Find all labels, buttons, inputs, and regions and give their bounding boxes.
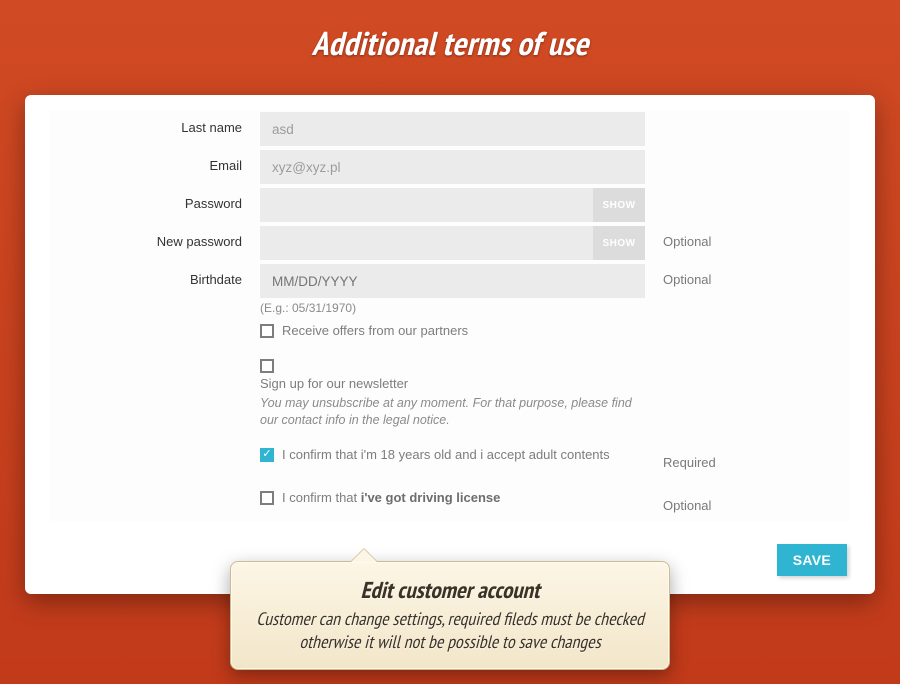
password-field[interactable] bbox=[260, 188, 645, 222]
label-email: Email bbox=[50, 150, 260, 173]
label-birthdate: Birthdate bbox=[50, 264, 260, 287]
row-license: I confirm that i've got driving license … bbox=[50, 490, 850, 513]
row-lastname: Last name bbox=[50, 112, 850, 146]
newsletter-note: You may unsubscribe at any moment. For t… bbox=[260, 395, 645, 429]
page-title: Additional terms of use bbox=[0, 0, 900, 65]
license-label: I confirm that i've got driving license bbox=[282, 490, 500, 507]
callout-title: Edit customer account bbox=[253, 576, 647, 605]
row-email: Email bbox=[50, 150, 850, 184]
adult-label: I confirm that i'm 18 years old and i ac… bbox=[282, 447, 610, 464]
form-body: Last name Email Password SHOW New passwo… bbox=[50, 110, 850, 521]
row-password: Password SHOW bbox=[50, 188, 850, 222]
newsletter-checkbox[interactable] bbox=[260, 359, 274, 373]
label-lastname: Last name bbox=[50, 112, 260, 135]
birthdate-field[interactable] bbox=[260, 264, 645, 298]
account-form-card: Last name Email Password SHOW New passwo… bbox=[25, 95, 875, 594]
show-newpassword-button[interactable]: SHOW bbox=[593, 226, 645, 260]
offers-checkbox-item[interactable]: Receive offers from our partners bbox=[260, 323, 645, 340]
offers-checkbox[interactable] bbox=[260, 324, 274, 338]
license-checkbox-item[interactable]: I confirm that i've got driving license bbox=[260, 490, 645, 507]
adult-checkbox-item[interactable]: ✓ I confirm that i'm 18 years old and i … bbox=[260, 447, 645, 464]
birthdate-hint: (E.g.: 05/31/1970) bbox=[260, 301, 645, 315]
newpassword-field[interactable] bbox=[260, 226, 645, 260]
label-password: Password bbox=[50, 188, 260, 211]
license-checkbox[interactable] bbox=[260, 491, 274, 505]
save-button[interactable]: SAVE bbox=[777, 544, 847, 576]
callout-tooltip: Edit customer account Customer can chang… bbox=[230, 561, 670, 670]
show-password-button[interactable]: SHOW bbox=[593, 188, 645, 222]
newpassword-optional: Optional bbox=[645, 226, 711, 249]
offers-label: Receive offers from our partners bbox=[282, 323, 468, 340]
newsletter-checkbox-item[interactable]: Sign up for our newsletter bbox=[260, 358, 645, 393]
newsletter-label: Sign up for our newsletter bbox=[260, 376, 408, 393]
email-field[interactable] bbox=[260, 150, 645, 184]
license-optional-tag: Optional bbox=[645, 490, 711, 513]
lastname-field[interactable] bbox=[260, 112, 645, 146]
row-birthdate: Birthdate (E.g.: 05/31/1970) Optional bbox=[50, 264, 850, 315]
callout-body: Customer can change settings, required f… bbox=[253, 608, 647, 653]
row-adult: ✓ I confirm that i'm 18 years old and i … bbox=[50, 447, 850, 470]
label-newpassword: New password bbox=[50, 226, 260, 249]
birthdate-optional: Optional bbox=[645, 264, 711, 287]
row-newpassword: New password SHOW Optional bbox=[50, 226, 850, 260]
row-offers: Receive offers from our partners bbox=[50, 323, 850, 346]
row-newsletter: Sign up for our newsletter You may unsub… bbox=[50, 358, 850, 429]
adult-required-tag: Required bbox=[645, 447, 716, 470]
adult-checkbox[interactable]: ✓ bbox=[260, 448, 274, 462]
